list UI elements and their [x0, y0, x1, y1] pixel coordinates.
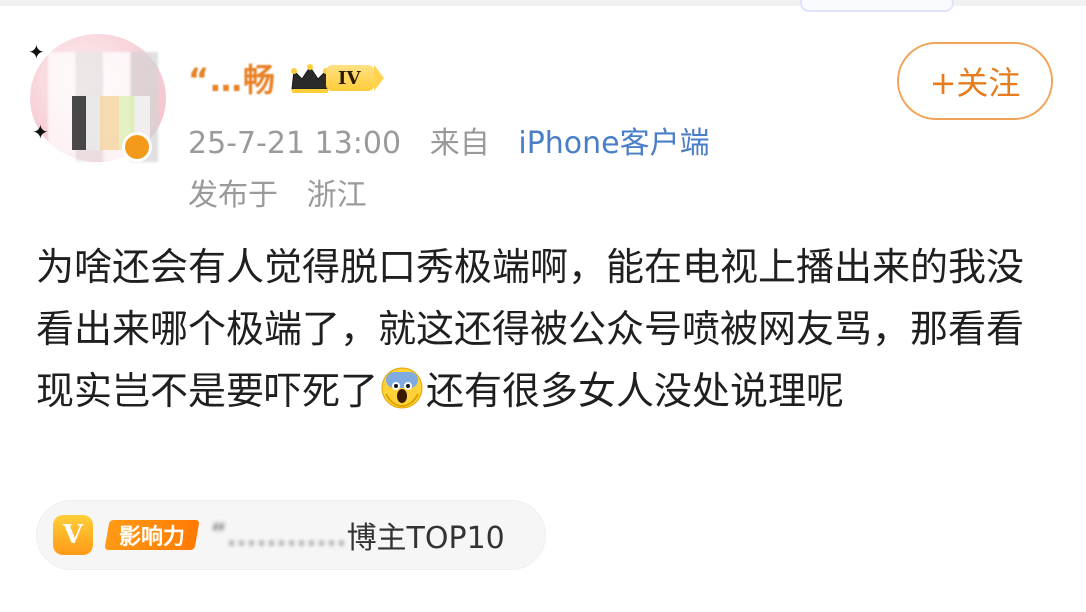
post-content: 为啥还会有人觉得脱口秀极端啊，能在电视上播出来的我没看出来哪个极端了，就这还得被… — [36, 236, 1056, 422]
influence-text-blurred: “………… — [211, 517, 347, 553]
username[interactable]: “…畅 — [188, 55, 276, 101]
post-meta: 25-7-21 13:00 来自 iPhone客户端 — [188, 118, 710, 162]
top-decoration — [800, 0, 954, 12]
influence-text-suffix: 博主TOP10 — [346, 521, 505, 556]
timestamp: 25-7-21 13:00 — [188, 126, 402, 161]
post-text-part-2: 还有很多女人没处说理呢 — [426, 369, 845, 413]
name-row: “…畅 IV — [188, 54, 385, 102]
location: 浙江 — [306, 178, 367, 213]
influence-text: “………… 博主TOP10 — [211, 513, 505, 557]
avatar-verified-badge — [122, 132, 152, 162]
follow-button[interactable]: +关注 — [897, 42, 1053, 120]
sparkle-icon: ✦ — [28, 40, 45, 64]
post-location: 发布于 浙江 — [188, 170, 367, 214]
location-prefix: 发布于 — [188, 178, 278, 213]
client-link[interactable]: iPhone客户端 — [518, 126, 709, 161]
influence-tag: 影响力 — [104, 520, 200, 550]
avatar[interactable]: ✦ ✦ — [28, 34, 166, 162]
level-label: IV — [326, 65, 385, 91]
screaming-face-icon — [381, 367, 423, 409]
level-badge[interactable]: IV — [288, 61, 385, 95]
weibo-post-card: ✦ ✦ “…畅 IV +关注 25-7-21 13:00 来自 iPhone客户… — [0, 0, 1086, 612]
sparkle-icon: ✦ — [32, 120, 49, 144]
v-logo-icon: V — [53, 515, 93, 555]
from-prefix: 来自 — [429, 126, 490, 161]
influence-badge[interactable]: V 影响力 “………… 博主TOP10 — [36, 500, 546, 570]
